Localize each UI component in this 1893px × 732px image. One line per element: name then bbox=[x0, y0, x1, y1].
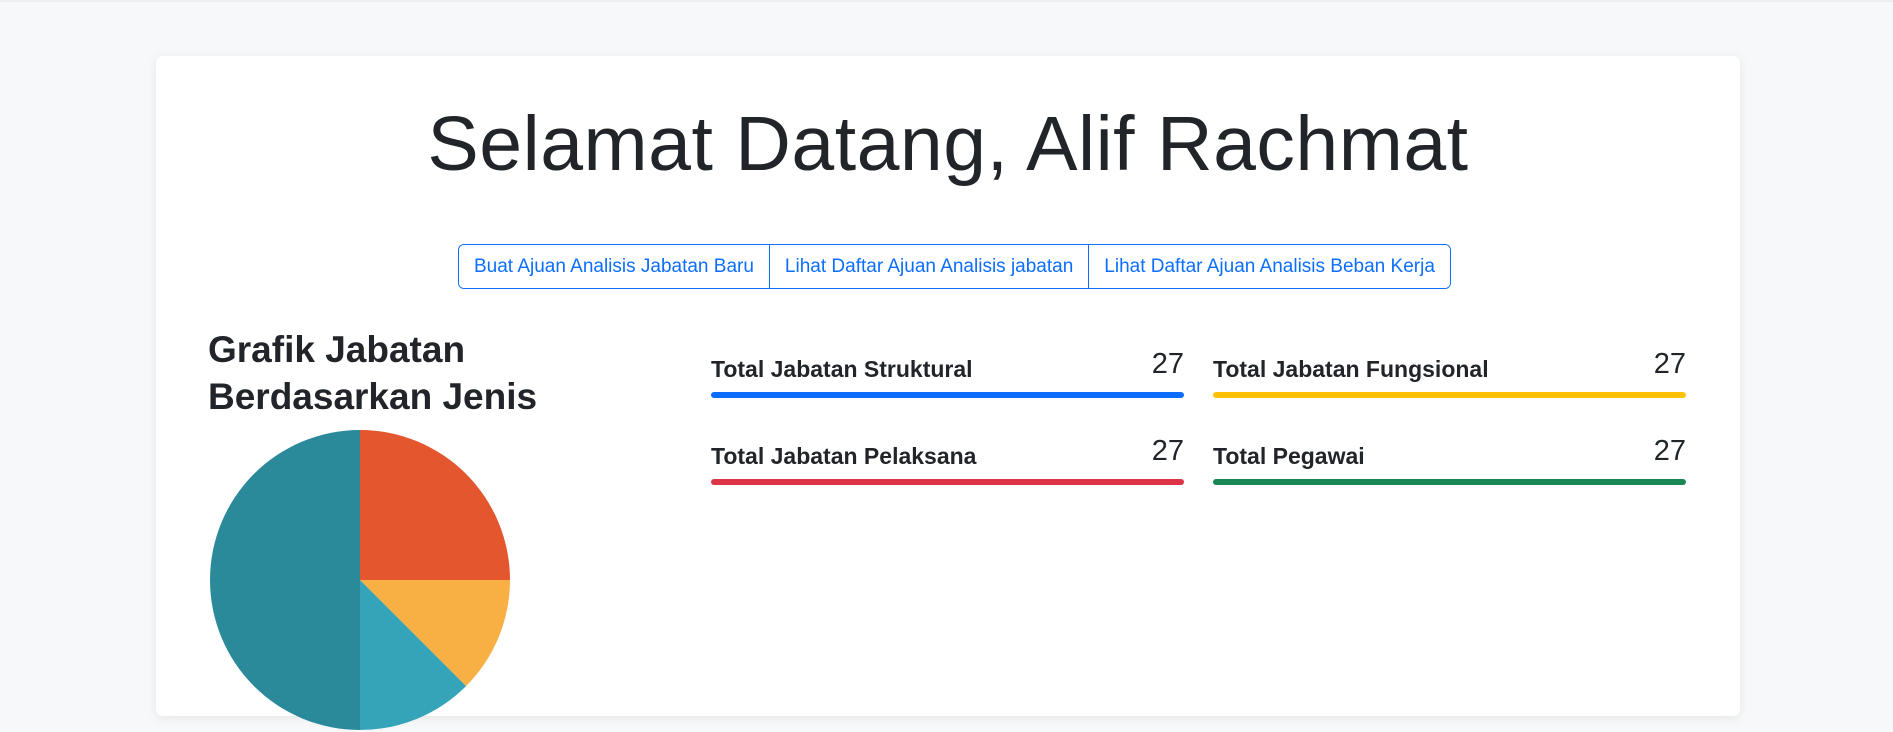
stat-bar bbox=[711, 479, 1184, 485]
stat-functional: Total Jabatan Fungsional 27 bbox=[1213, 346, 1686, 406]
pie-slice-0 bbox=[360, 430, 510, 580]
stat-label: Total Pegawai bbox=[1213, 443, 1365, 469]
stat-bar bbox=[711, 392, 1184, 398]
dashboard-card: Selamat Datang, Alif Rachmat Buat Ajuan … bbox=[156, 56, 1740, 730]
action-button-group: Buat Ajuan Analisis Jabatan Baru Lihat D… bbox=[458, 244, 1451, 289]
chart-title: Grafik Jabatan Berdasarkan Jenis bbox=[208, 329, 538, 417]
stat-bar bbox=[1213, 392, 1686, 398]
pie-slice-3 bbox=[210, 430, 360, 730]
top-border bbox=[0, 0, 1893, 2]
stat-employees: Total Pegawai 27 bbox=[1213, 433, 1686, 493]
create-job-analysis-button[interactable]: Buat Ajuan Analisis Jabatan Baru bbox=[459, 245, 769, 288]
welcome-heading: Selamat Datang, Alif Rachmat bbox=[427, 101, 1469, 187]
stat-executor: Total Jabatan Pelaksana 27 bbox=[711, 433, 1184, 493]
view-job-analysis-list-button[interactable]: Lihat Daftar Ajuan Analisis jabatan bbox=[768, 245, 1089, 288]
stat-label: Total Jabatan Pelaksana bbox=[711, 443, 977, 469]
stat-structural: Total Jabatan Struktural 27 bbox=[711, 346, 1184, 406]
stat-value: 27 bbox=[1151, 348, 1184, 380]
stat-value: 27 bbox=[1653, 348, 1686, 380]
stat-label: Total Jabatan Struktural bbox=[711, 356, 973, 382]
stat-value: 27 bbox=[1653, 435, 1686, 467]
view-workload-analysis-list-button[interactable]: Lihat Daftar Ajuan Analisis Beban Kerja bbox=[1088, 245, 1450, 288]
stat-value: 27 bbox=[1151, 435, 1184, 467]
stat-label: Total Jabatan Fungsional bbox=[1213, 356, 1489, 382]
stat-bar bbox=[1213, 479, 1686, 485]
job-type-pie-chart bbox=[210, 430, 510, 730]
